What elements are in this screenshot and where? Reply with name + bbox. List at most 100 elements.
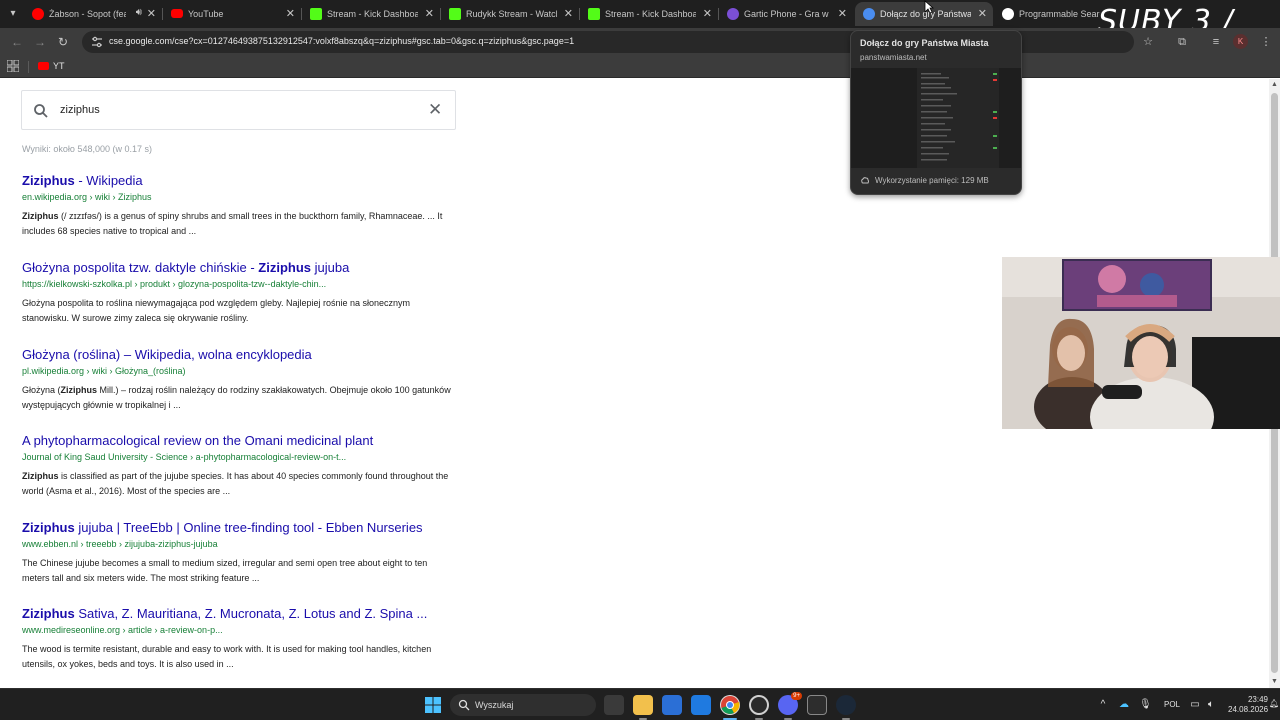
- result-title-link[interactable]: Głożyna pospolita tzw. daktyle chińskie …: [22, 259, 462, 276]
- hover-card-title: Dołącz do gry Państwa Miasta: [860, 38, 989, 48]
- result-url[interactable]: https://kielkowski-szkolka.pl › produkt …: [22, 278, 462, 290]
- reload-icon[interactable]: ↻: [55, 34, 71, 50]
- hover-card-memory: Wykorzystanie pamięci: 129 MB: [875, 176, 989, 185]
- discord-icon[interactable]: 9+: [778, 692, 802, 715]
- search-result: Ziziphus Sativa, Z. Mauritiana, Z. Mucro…: [22, 605, 462, 672]
- result-snippet: The wood is termite resistant, durable a…: [22, 644, 432, 669]
- tab-gartic[interactable]: Gartic Phone - Gra w głuchy telefon ✕: [719, 2, 853, 26]
- close-icon[interactable]: ✕: [838, 7, 847, 20]
- task-view-icon[interactable]: [604, 695, 624, 715]
- clear-icon[interactable]: ✕: [428, 101, 442, 119]
- apps-grid-icon[interactable]: [7, 60, 19, 72]
- tab-search-icon[interactable]: ▾: [4, 5, 22, 23]
- chrome-icon[interactable]: [720, 695, 740, 715]
- hover-card-preview: [851, 68, 1021, 168]
- scroll-down-icon[interactable]: ▼: [1269, 676, 1280, 688]
- result-snippet: Głożyna pospolita to roślina niewymagają…: [22, 298, 411, 323]
- taskbar-search[interactable]: Wyszukaj: [450, 694, 596, 716]
- clock-time: 23:49: [1247, 695, 1268, 704]
- webcam-feed: [1002, 257, 1280, 429]
- toolbar: ← → ↻ cse.google.com/cse?cx=012746493875…: [0, 28, 1280, 56]
- kick-icon: [588, 8, 600, 20]
- microphone-icon[interactable]: 🎙︎: [1139, 699, 1152, 711]
- close-icon[interactable]: ✕: [978, 7, 987, 20]
- result-snippet: Głożyna (Ziziphus Mill.) – rodzaj roślin…: [22, 385, 451, 410]
- bookmarks-bar: YT: [0, 56, 1280, 78]
- search-input[interactable]: ziziphus: [60, 104, 100, 116]
- bookmark-star-icon[interactable]: ☆: [1140, 34, 1156, 50]
- search-result: Głożyna pospolita tzw. daktyle chińskie …: [22, 259, 462, 326]
- close-icon[interactable]: ✕: [147, 7, 156, 20]
- close-icon[interactable]: ✕: [286, 7, 295, 20]
- memory-icon: [861, 177, 869, 184]
- tab-youtube[interactable]: YouTube ✕: [163, 2, 301, 26]
- tab-preview-thumbnail: [917, 68, 999, 168]
- youtube-icon: [38, 62, 49, 70]
- extensions-icon[interactable]: ⧉: [1174, 34, 1190, 50]
- webcam-overlay: [1002, 257, 1280, 429]
- result-url[interactable]: Journal of King Saud University - Scienc…: [22, 451, 462, 463]
- tab-kick-dashboard-2[interactable]: Stream - Kick Dashboard ✕: [580, 2, 718, 26]
- epic-games-icon[interactable]: [807, 695, 827, 715]
- discord-badge: 9+: [791, 692, 802, 700]
- obs-icon[interactable]: [749, 695, 769, 715]
- steam-icon[interactable]: [836, 695, 856, 715]
- gartic-icon: [727, 8, 739, 20]
- back-icon[interactable]: ←: [9, 34, 25, 50]
- result-snippet: Ziziphus is classified as part of the ju…: [22, 471, 449, 496]
- file-explorer-icon[interactable]: [633, 695, 653, 715]
- tray-overflow-icon[interactable]: ^: [1097, 699, 1109, 711]
- search-result: Ziziphus jujuba | TreeEbb | Online tree-…: [22, 519, 462, 586]
- tab-programmable-search[interactable]: Programmable Search Engine: [994, 2, 1104, 26]
- close-icon[interactable]: ✕: [564, 7, 573, 20]
- result-url[interactable]: www.medireseonline.org › article › a-rev…: [22, 624, 462, 636]
- address-url: cse.google.com/cse?cx=012746493875132912…: [109, 36, 575, 46]
- hover-card-domain: panstwamiasta.net: [860, 53, 927, 62]
- network-icon[interactable]: ▭: [1189, 699, 1201, 711]
- result-title-link[interactable]: Ziziphus - Wikipedia: [22, 172, 462, 189]
- volume-icon[interactable]: 🔈︎: [1205, 699, 1217, 711]
- scroll-up-icon[interactable]: ▲: [1269, 79, 1280, 91]
- chrome-logo: [721, 696, 740, 714]
- result-url[interactable]: www.ebben.nl › treeebb › zijujuba-ziziph…: [22, 538, 462, 550]
- result-url[interactable]: en.wikipedia.org › wiki › Ziziphus: [22, 191, 462, 203]
- search-box[interactable]: ziziphus ✕: [21, 90, 456, 130]
- clock-date: 24.08.2026: [1228, 705, 1269, 714]
- site-info-icon[interactable]: [90, 35, 104, 49]
- result-title-link[interactable]: Głożyna (roślina) – Wikipedia, wolna enc…: [22, 346, 462, 363]
- result-url[interactable]: pl.wikipedia.org › wiki › Głożyna_(rośli…: [22, 365, 462, 377]
- close-icon[interactable]: ✕: [703, 7, 712, 20]
- store-icon[interactable]: [662, 695, 682, 715]
- tab-kick-dashboard[interactable]: Stream - Kick Dashboard ✕: [302, 2, 440, 26]
- result-title-link[interactable]: Ziziphus Sativa, Z. Mauritiana, Z. Mucro…: [22, 605, 462, 622]
- result-title-link[interactable]: Ziziphus jujuba | TreeEbb | Online tree-…: [22, 519, 462, 536]
- result-stats: Wyniki: około 548,000 (w 0.17 s): [22, 144, 152, 154]
- tab-rudykk[interactable]: Rudykk Stream - Watch Live ✕: [441, 2, 579, 26]
- taskbar: Wyszukaj 9+ ^ ☁ 🎙︎ POL ▭ 🔈︎ 23:49 24.08.…: [0, 688, 1280, 720]
- menu-icon[interactable]: ⋮: [1258, 34, 1274, 50]
- bookmarks-divider: [28, 61, 29, 73]
- notification-bell-icon[interactable]: 🔔︎: [1269, 699, 1279, 711]
- onedrive-icon[interactable]: ☁: [1118, 699, 1130, 711]
- result-title-link[interactable]: A phytopharmacological review on the Oma…: [22, 432, 462, 449]
- forward-icon[interactable]: →: [32, 34, 48, 50]
- search-result: A phytopharmacological review on the Oma…: [22, 432, 462, 499]
- search-icon: [34, 104, 48, 118]
- search-icon: [458, 699, 470, 711]
- language-indicator[interactable]: POL: [1164, 700, 1180, 709]
- close-icon[interactable]: ✕: [425, 7, 434, 20]
- windows-start-icon[interactable]: [425, 697, 441, 713]
- google-icon: [1002, 8, 1014, 20]
- youtube-icon: [171, 9, 183, 18]
- globe-icon: [863, 8, 875, 20]
- search-result: Ziziphus - Wikipedia en.wikipedia.org › …: [22, 172, 462, 239]
- profile-avatar[interactable]: K: [1233, 34, 1248, 49]
- mail-icon[interactable]: [691, 695, 711, 715]
- media-queue-icon[interactable]: ≡: [1208, 34, 1224, 50]
- tab-strip: ▾ Żabson - Sopot (feat. ... 🔊︎ ✕ YouTube…: [0, 0, 1280, 74]
- tab-zabson[interactable]: Żabson - Sopot (feat. ... 🔊︎ ✕: [24, 2, 162, 26]
- result-snippet: The Chinese jujube becomes a small to me…: [22, 558, 428, 583]
- clock[interactable]: 23:49 24.08.2026: [1228, 695, 1268, 715]
- mouse-cursor-icon: [924, 0, 934, 14]
- speaker-icon[interactable]: 🔊︎: [136, 7, 142, 18]
